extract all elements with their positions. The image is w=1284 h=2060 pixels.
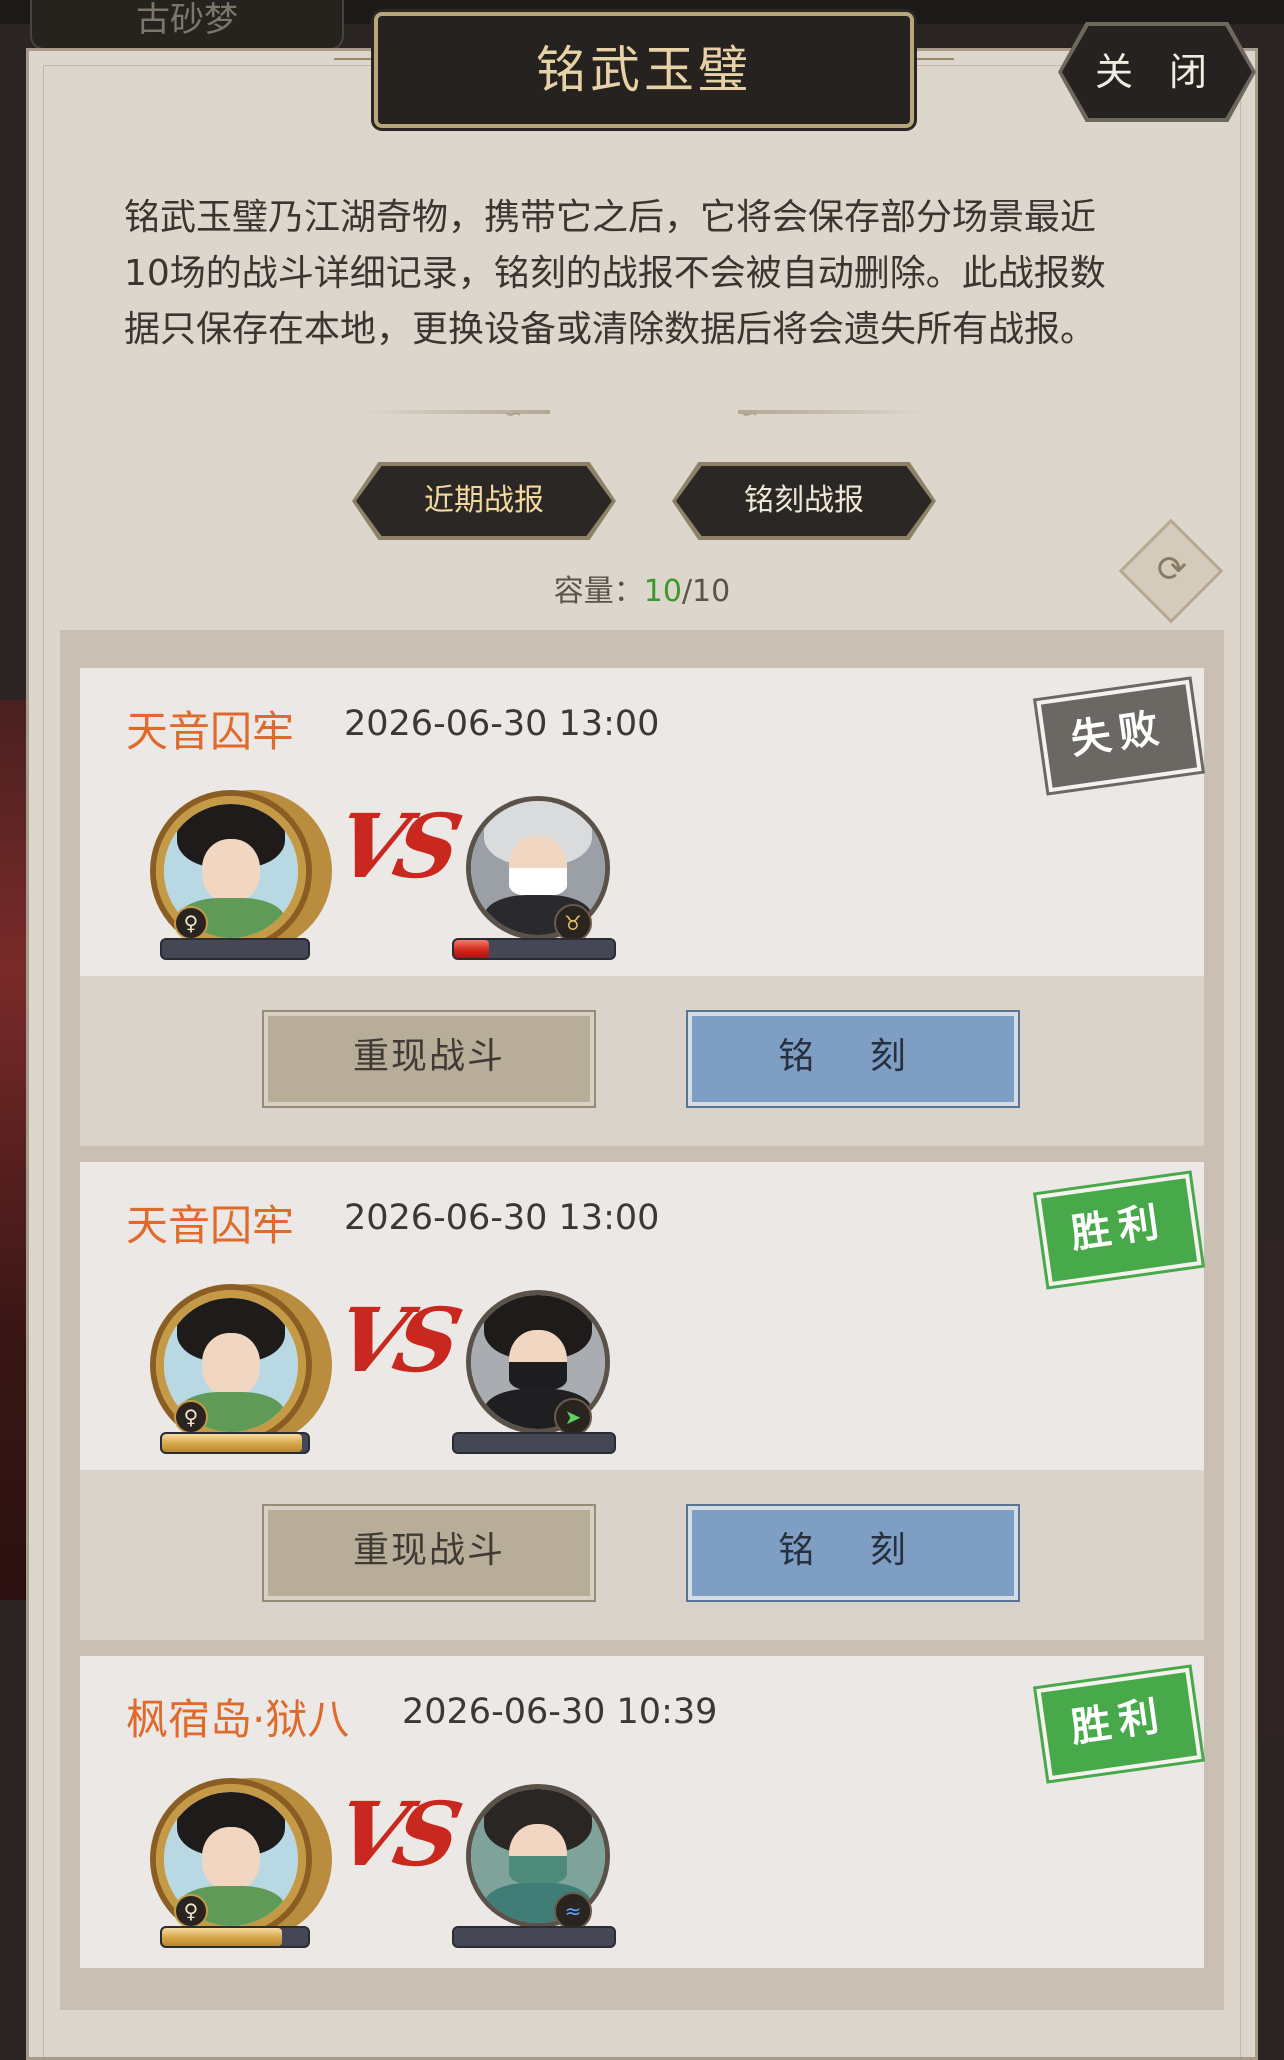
tab-recent-reports[interactable]: 近期战报 — [356, 466, 612, 536]
ox-horn-icon: ♉ — [554, 904, 592, 942]
engrave-button[interactable]: 铭 刻 — [688, 1012, 1018, 1106]
hp-fill — [162, 1928, 282, 1946]
result-text: 胜利 — [1067, 1692, 1170, 1752]
description-text: 铭武玉璧乃江湖奇物，携带它之后，它将会保存部分场景最近10场的战斗详细记录，铭刻… — [124, 197, 1106, 350]
title-ornament-right — [914, 58, 954, 74]
replay-battle-button[interactable]: 重现战斗 — [264, 1012, 594, 1106]
result-text: 胜利 — [1067, 1198, 1170, 1258]
player-hp-bar — [160, 1926, 310, 1948]
player-hp-bar — [160, 1432, 310, 1454]
enemy-hp-bar — [452, 938, 616, 960]
refresh-icon[interactable]: ⟳ — [1150, 548, 1194, 592]
hp-fill — [162, 1434, 303, 1452]
background-tab-label: 古砂梦 — [30, 0, 344, 50]
card-actions: 重现战斗 铭 刻 — [80, 976, 1204, 1146]
vs-icon: VS — [326, 1288, 461, 1392]
stage-name: 天音囚牢 — [126, 707, 295, 756]
stage-name: 枫宿岛·狱八 — [126, 1695, 350, 1744]
result-stamp-lose: 失败 — [1036, 679, 1202, 793]
tab-engraved-reports[interactable]: 铭刻战报 — [676, 466, 932, 536]
engrave-button[interactable]: 铭 刻 — [688, 1506, 1018, 1600]
stage-name: 天音囚牢 — [126, 1201, 295, 1250]
page-title: 铭武玉璧 — [374, 12, 914, 128]
player-hp-bar — [160, 938, 310, 960]
result-stamp-win: 胜利 — [1036, 1173, 1202, 1287]
battle-card: 天音囚牢 2026-06-30 13:00 胜利 ♀ VS ➤ 重现战斗 铭 刻 — [80, 1162, 1204, 1640]
battle-time: 2026-06-30 10:39 — [402, 1692, 718, 1732]
female-icon: ♀ — [174, 906, 208, 940]
divider-ornament-right: ∽ — [740, 402, 759, 427]
result-text: 失败 — [1067, 704, 1170, 764]
title-ornament-left — [334, 58, 374, 74]
close-button[interactable]: 关 闭 — [1062, 26, 1252, 118]
vs-icon: VS — [326, 1782, 461, 1886]
battle-time: 2026-06-30 13:00 — [344, 1198, 660, 1238]
replay-battle-button[interactable]: 重现战斗 — [264, 1506, 594, 1600]
female-icon: ♀ — [174, 1894, 208, 1928]
capacity-total: /10 — [681, 574, 731, 609]
battle-card: 枫宿岛·狱八 2026-06-30 10:39 胜利 ♀ VS ≈ — [80, 1656, 1204, 1968]
card-actions: 重现战斗 铭 刻 — [80, 1470, 1204, 1640]
enemy-hp-bar — [452, 1432, 616, 1454]
divider-ornament-left: ∽ — [504, 402, 523, 427]
vs-icon: VS — [326, 794, 461, 898]
blue-wave-icon: ≈ — [554, 1892, 592, 1930]
capacity-used: 10 — [643, 574, 682, 609]
battle-report-list[interactable]: 天音囚牢 2026-06-30 13:00 失败 ♀ VS ♉ 重现战斗 铭 刻 — [60, 630, 1224, 2010]
divider-right — [738, 410, 928, 414]
battle-time: 2026-06-30 13:00 — [344, 704, 660, 744]
female-icon: ♀ — [174, 1400, 208, 1434]
green-arrow-icon: ➤ — [554, 1398, 592, 1436]
hp-fill — [454, 940, 490, 958]
capacity-label: 容量： — [553, 574, 644, 609]
capacity-readout: 容量：10/10 — [0, 566, 1284, 610]
battle-card: 天音囚牢 2026-06-30 13:00 失败 ♀ VS ♉ 重现战斗 铭 刻 — [80, 668, 1204, 1146]
enemy-hp-bar — [452, 1926, 616, 1948]
result-stamp-win: 胜利 — [1036, 1667, 1202, 1781]
background-scenery-right — [1254, 1240, 1284, 1740]
